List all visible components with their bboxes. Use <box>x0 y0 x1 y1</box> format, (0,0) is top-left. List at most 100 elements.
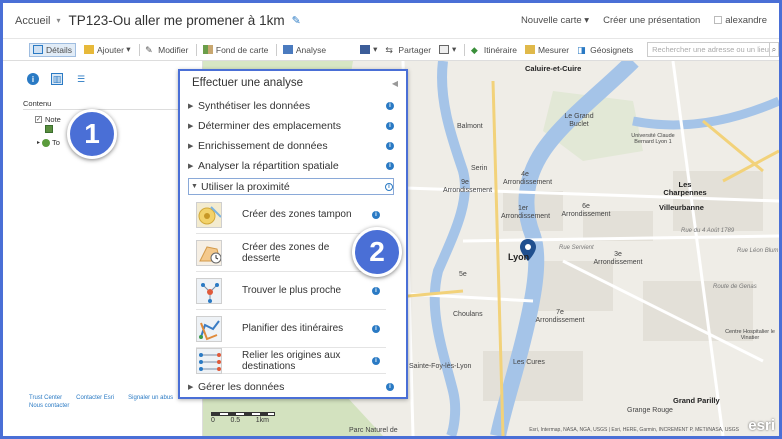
user-menu[interactable]: alexandre <box>714 15 767 26</box>
list-icon[interactable]: ☰ <box>75 73 87 85</box>
print-button[interactable]: ▾ <box>439 44 456 55</box>
esri-logo: esri <box>748 417 775 434</box>
save-button[interactable]: ▾ <box>360 44 377 55</box>
map-label: 7e Arrondissement <box>535 309 585 324</box>
share-icon: ⇆ <box>385 45 393 55</box>
map-label: Grange Rouge <box>627 407 673 414</box>
panel-tabs: i ▥ ☰ <box>27 73 87 85</box>
pencil-icon: ✎ <box>145 45 153 55</box>
map-label: Les Charpennes <box>663 180 707 197</box>
map-label: Le Grand Buclet <box>564 113 594 128</box>
basemap-button[interactable]: Fond de carte <box>202 45 268 55</box>
analysis-button[interactable]: Analyse <box>282 45 326 55</box>
toolbar-divider <box>138 43 140 56</box>
category-analyze-patterns[interactable]: ▶ Analyser la répartition spatiale i <box>188 156 394 176</box>
print-icon <box>439 45 450 54</box>
connect-origins-tool-icon <box>196 347 222 374</box>
info-icon[interactable]: i <box>386 383 394 391</box>
tool-find-nearest[interactable]: Trouver le plus proche i <box>196 272 386 310</box>
step-badge-2: 2 <box>352 227 402 277</box>
map-label: Sainte-Foy-lès-Lyon <box>409 363 472 370</box>
directions-button[interactable]: ◆ Itinéraire <box>470 45 517 56</box>
layer-item-note[interactable]: ✓ Note <box>35 115 61 124</box>
directions-icon: ◆ <box>470 45 478 55</box>
contact-esri-link[interactable]: Contacter Esri <box>76 395 114 401</box>
globe-icon <box>42 138 51 147</box>
chevron-right-icon: ▶ <box>188 384 194 391</box>
chevron-right-icon: ▶ <box>188 143 194 150</box>
chevron-right-icon[interactable]: ▸ <box>37 139 40 146</box>
map-label: 9e Arrondissement <box>443 179 493 194</box>
info-icon[interactable]: i <box>372 356 380 365</box>
info-icon[interactable]: i <box>386 122 394 130</box>
map-label: Route de Genas <box>713 284 757 290</box>
new-map-button[interactable]: Nouvelle carte ▾ <box>521 15 589 26</box>
tool-connect-origins[interactable]: Relier les origines aux destinations i <box>196 347 386 374</box>
layer-item-topo[interactable]: ▸ To <box>37 138 60 147</box>
legend-icon[interactable]: ▥ <box>51 73 63 85</box>
category-enrich[interactable]: ▶ Enrichissement de données i <box>188 136 394 156</box>
header-bar: Accueil ▾ TP123-Ou aller me promener à 1… <box>3 3 779 39</box>
info-icon[interactable]: i <box>386 162 394 170</box>
footer-links: Trust Center Contacter Esri Signaler un ab… <box>29 394 187 410</box>
scale-bar: 0 0.5 1km <box>211 412 275 424</box>
plan-routes-tool-icon <box>196 315 222 342</box>
map-label: Les Cures <box>513 359 545 366</box>
toolbar-divider <box>196 43 197 56</box>
measure-button[interactable]: Mesurer <box>524 45 569 55</box>
info-icon[interactable]: i <box>372 286 380 295</box>
info-icon[interactable]: i <box>372 210 380 219</box>
create-presentation-button[interactable]: Créer une présentation <box>603 15 700 26</box>
map-title: TP123-Ou aller me promener à 1km <box>68 13 285 28</box>
modify-button[interactable]: ✎ Modifier <box>145 45 188 56</box>
layer-checkbox[interactable]: ✓ <box>35 116 42 123</box>
details-button[interactable]: Détails <box>29 42 76 57</box>
tool-plan-routes[interactable]: Planifier des itinéraires i <box>196 310 386 348</box>
info-icon[interactable]: i <box>372 324 380 333</box>
chevron-right-icon: ▶ <box>188 103 194 110</box>
chevron-down-icon[interactable]: ▾ <box>56 16 60 25</box>
search-input[interactable]: Rechercher une adresse ou un lieu <box>647 42 770 57</box>
add-button[interactable]: Ajouter ▾ <box>83 44 131 55</box>
toolbar-divider <box>464 43 465 56</box>
trust-center-link[interactable]: Trust Center <box>29 395 62 401</box>
map-label: 4e Arrondissement <box>503 171 553 186</box>
map-label: 1er Arrondissement <box>501 205 551 220</box>
info-icon[interactable]: i <box>27 73 39 85</box>
chevron-right-icon: ▶ <box>188 123 194 130</box>
tool-create-buffers[interactable]: Créer des zones tampon i <box>196 196 386 234</box>
header-actions: Nouvelle carte ▾ Créer une présentation … <box>521 15 767 26</box>
save-icon <box>360 45 371 54</box>
share-button[interactable]: ⇆ Partager <box>385 45 431 56</box>
map-label: Lyon <box>508 252 530 262</box>
map-label: Serin <box>471 165 488 172</box>
search-icon[interactable]: ⌕ <box>769 42 779 57</box>
category-find-locations[interactable]: ▶ Déterminer des emplacements i <box>188 116 394 136</box>
report-abuse-link[interactable]: Signaler un abus <box>128 395 173 401</box>
contact-us-link[interactable]: Nous contacter <box>29 403 69 409</box>
home-link[interactable]: Accueil <box>15 15 50 27</box>
collapse-icon[interactable]: ◀ <box>392 79 398 88</box>
contents-heading: Contenu <box>23 99 52 108</box>
map-label: Grand Parilly <box>673 396 720 405</box>
info-icon[interactable]: i <box>386 142 394 150</box>
category-proximity[interactable]: ▼ Utiliser la proximité i <box>188 178 394 195</box>
map-label: Parc Naturel de <box>349 427 398 434</box>
app-frame: Accueil ▾ TP123-Ou aller me promener à 1… <box>0 0 782 439</box>
analysis-icon <box>282 45 293 54</box>
map-attribution: Esri, Intermap, NASA, NGA, USGS | Esri, … <box>529 427 739 433</box>
layer-symbol-icon <box>45 125 53 133</box>
info-icon[interactable]: i <box>385 182 393 191</box>
map-label: Centre Hospitalier le Vinatier <box>725 329 775 341</box>
drive-time-tool-icon <box>196 239 222 266</box>
divider <box>23 109 195 110</box>
bookmarks-button[interactable]: ◨ Géosignets <box>577 45 633 56</box>
details-icon <box>33 45 43 54</box>
map-label: Rue du 4 Août 1789 <box>681 228 735 234</box>
step-badge-1: 1 <box>67 109 117 159</box>
category-manage-data[interactable]: ▶ Gérer les données i <box>188 377 394 397</box>
info-icon[interactable]: i <box>386 102 394 110</box>
map-label: Choulans <box>453 311 483 318</box>
edit-pencil-icon[interactable]: ✎ <box>292 14 301 27</box>
category-summarize[interactable]: ▶ Synthétiser les données i <box>188 96 394 116</box>
